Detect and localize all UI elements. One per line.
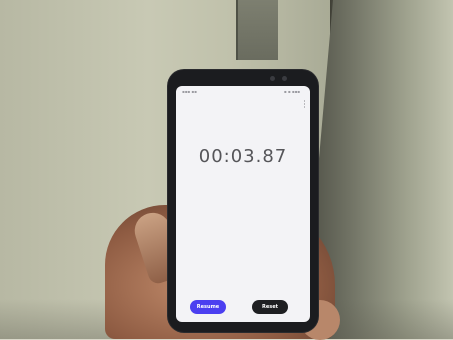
front-camera-icon bbox=[270, 76, 275, 81]
phone-screen: ▪▪▪ ▪▪ ▪ ▪ ▪▪▪ · · · 00:03.87 Resume Reset bbox=[176, 86, 310, 322]
status-time: ▪▪▪ ▪▪ bbox=[182, 89, 197, 94]
overflow-menu-icon[interactable]: · · · bbox=[303, 98, 306, 112]
stopwatch-time: 00:03.87 bbox=[198, 146, 288, 167]
status-icons: ▪ ▪ ▪▪▪ bbox=[283, 89, 300, 94]
sensor-icon bbox=[282, 76, 287, 81]
wall-vent bbox=[236, 0, 278, 60]
resume-button[interactable]: Resume bbox=[190, 300, 226, 314]
status-bar: ▪▪▪ ▪▪ ▪ ▪ ▪▪▪ bbox=[176, 86, 310, 96]
reset-button[interactable]: Reset bbox=[252, 300, 288, 314]
